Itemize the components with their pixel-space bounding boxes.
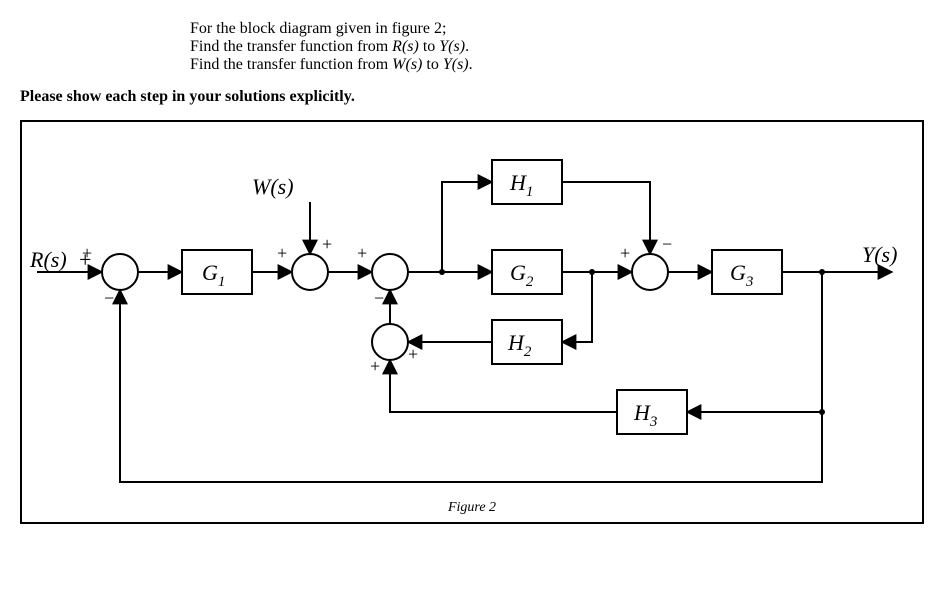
t3c: .: [469, 56, 473, 73]
t3a: Find the transfer function from: [190, 56, 392, 73]
input-W-label: W(s): [252, 174, 294, 199]
sym-R: R(s): [392, 38, 419, 55]
summing-junction-5: [632, 254, 668, 290]
sum2-plus-top: +: [322, 234, 332, 254]
sum4-plus-bottom: +: [370, 356, 380, 376]
intro-line-1: For the block diagram given in figure 2;: [190, 20, 925, 38]
sum1-plus: +: [82, 243, 92, 263]
t2a: Find the transfer function from: [190, 38, 392, 55]
block-diagram-figure: R(s) + + − G1 + + W(s) + − H1 G2 + −: [20, 120, 924, 524]
t2c: .: [465, 38, 469, 55]
summing-junction-1: [102, 254, 138, 290]
input-R-label: R(s): [29, 247, 67, 272]
sym-Y: Y(s): [439, 38, 465, 55]
summing-junction-4: [372, 324, 408, 360]
arrow-preG2-H1: [442, 182, 492, 272]
instruction: Please show each step in your solutions …: [20, 88, 925, 106]
intro-line-2: Find the transfer function from R(s) to …: [190, 38, 925, 56]
sum5-plus-left: +: [620, 243, 630, 263]
arrow-H3-sum4: [390, 360, 617, 412]
arrow-outer-feedback: [120, 290, 822, 482]
sym-W: W(s): [392, 56, 422, 73]
problem-statement: For the block diagram given in figure 2;…: [190, 20, 925, 74]
sym-Y2: Y(s): [443, 56, 469, 73]
t3b: to: [422, 56, 442, 73]
t2b: to: [419, 38, 439, 55]
sum3-plus-left: +: [357, 243, 367, 263]
sum5-minus-top: −: [662, 234, 672, 254]
intro-line-3: Find the transfer function from W(s) to …: [190, 56, 925, 74]
sum2-plus-left: +: [277, 243, 287, 263]
figure-caption: Figure 2: [448, 500, 496, 516]
node-outer-branch: [819, 409, 825, 415]
arrow-H1-sum5: [562, 182, 650, 254]
sum3-minus-bottom: −: [374, 288, 384, 308]
sum1-minus: −: [104, 288, 114, 308]
summing-junction-3: [372, 254, 408, 290]
block-diagram-svg: R(s) + + − G1 + + W(s) + − H1 G2 + −: [22, 122, 922, 522]
output-Y-label: Y(s): [862, 242, 897, 267]
arrow-postG2-H2: [562, 272, 592, 342]
sum4-plus-right: +: [408, 344, 418, 364]
summing-junction-2: [292, 254, 328, 290]
